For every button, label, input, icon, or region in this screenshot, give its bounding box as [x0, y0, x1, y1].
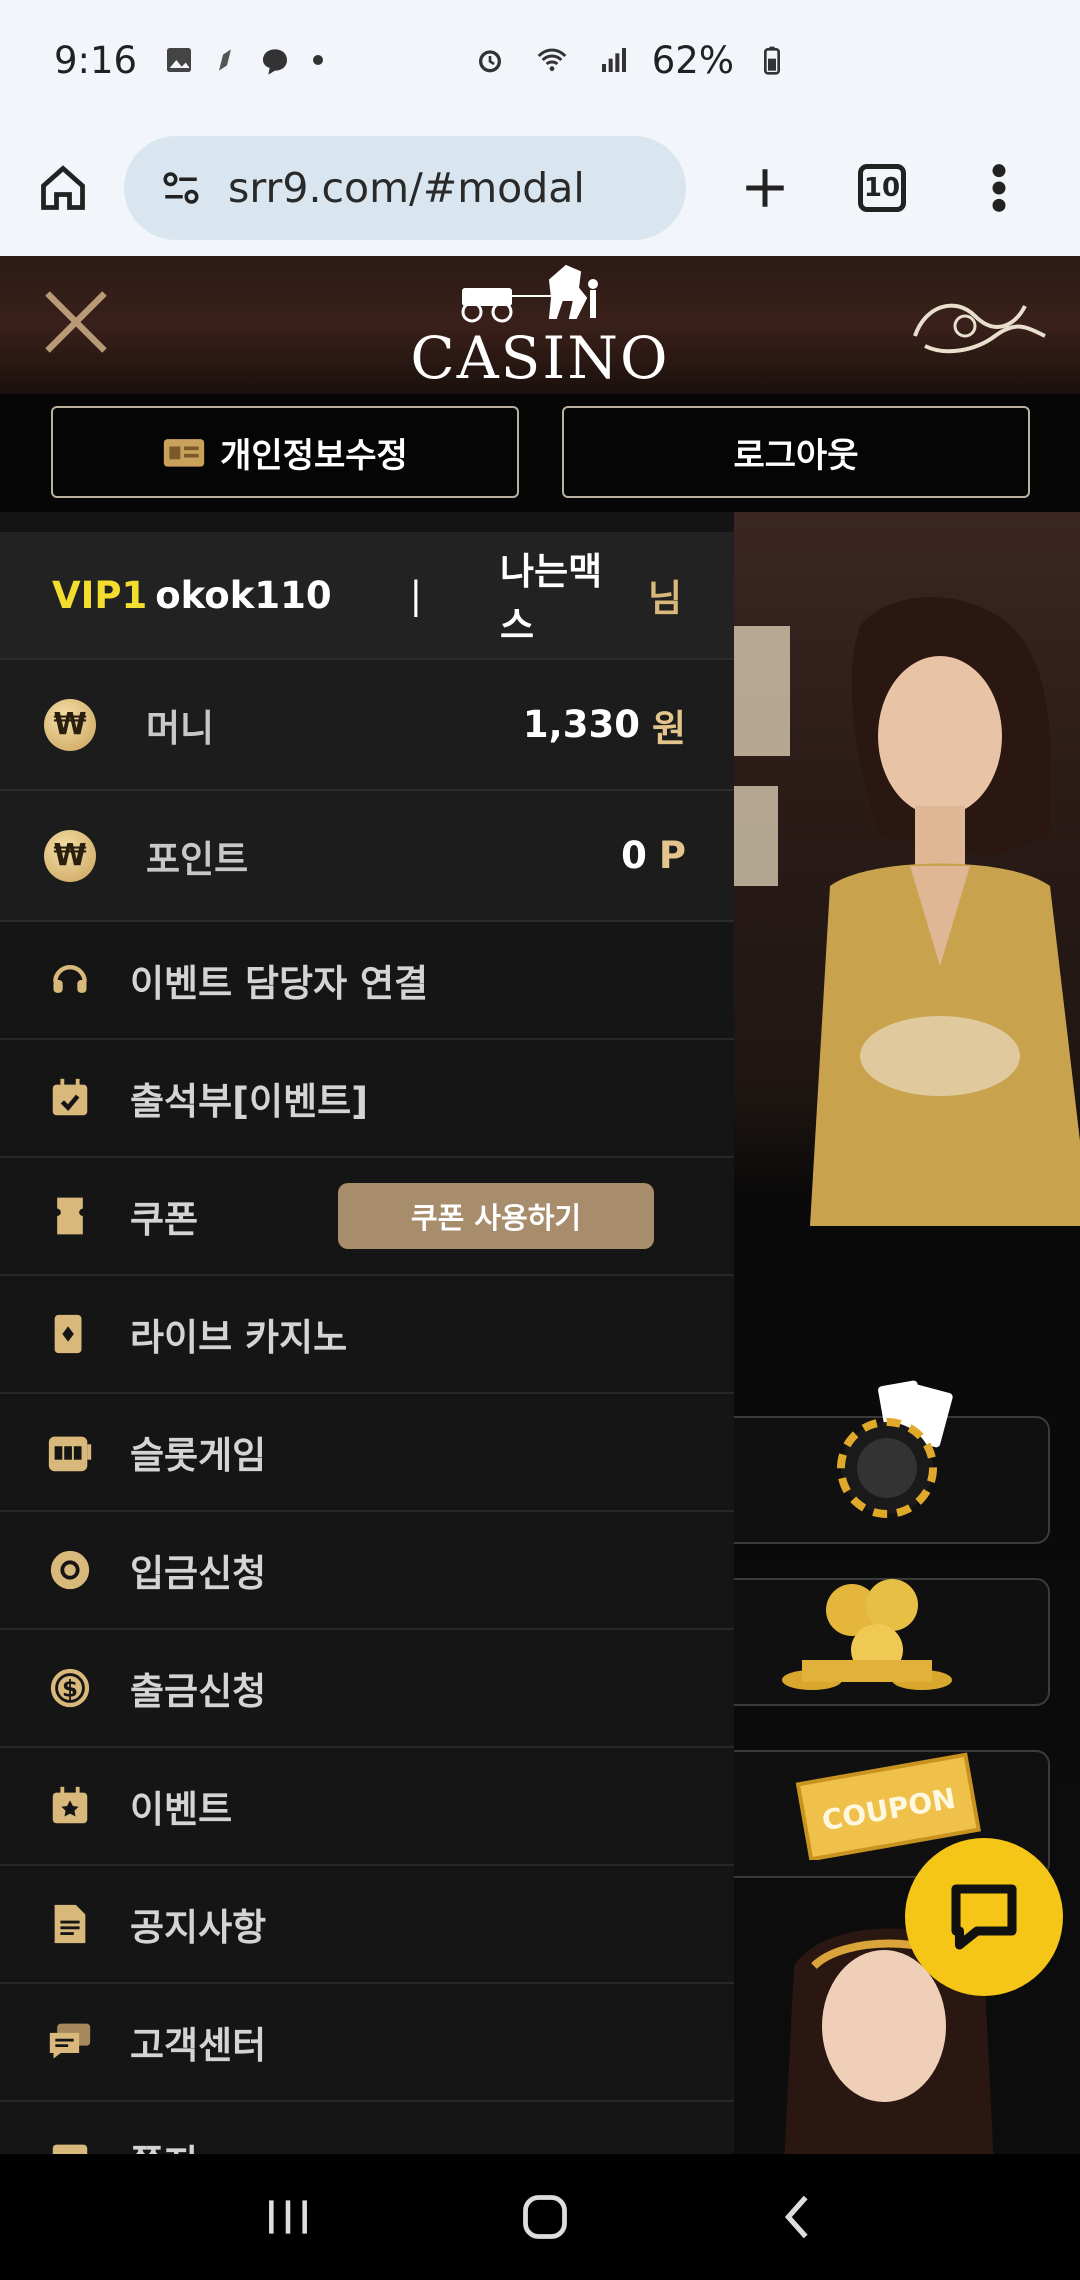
list-icon — [44, 2134, 96, 2154]
nickname-suffix: 님 — [647, 577, 682, 620]
model-photo-image — [810, 597, 1080, 1226]
logo-text: CASINO — [410, 324, 670, 392]
won-coin-icon: ₩ — [44, 698, 96, 751]
logout-button[interactable]: 로그아웃 — [562, 406, 1030, 498]
menu-item-messages[interactable]: 쪽지 — [0, 2102, 734, 2154]
close-icon[interactable] — [38, 284, 114, 360]
menu-item-label: 라이브 카지노 — [130, 1316, 348, 1359]
wallet-unit: 원 — [651, 706, 686, 750]
svg-text:$: $ — [62, 1677, 78, 1703]
wallet-unit: P — [658, 834, 686, 877]
more-vertical-icon — [992, 164, 1006, 212]
menu-item-label: 쿠폰 — [130, 1198, 199, 1241]
playing-card-icon — [44, 1308, 96, 1360]
won-coin-icon: ₩ — [44, 829, 96, 882]
side-menu-drawer: VIP1 okok110 | 나는맥스 님 ₩ 머니 1,330 원 ₩ 포인트… — [0, 532, 734, 2154]
poker-chip-card[interactable] — [720, 1380, 1050, 1544]
chat-bubbles-icon — [44, 2016, 96, 2068]
chip-icon — [44, 1544, 96, 1596]
address-bar[interactable]: srr9.com/#modal — [124, 136, 686, 240]
menu-item-label: 출석부[이벤트] — [130, 1080, 369, 1123]
menu-item-label: 슬롯게임 — [130, 1434, 267, 1477]
calendar-star-icon — [44, 1780, 96, 1832]
live-chat-button[interactable] — [905, 1838, 1063, 1996]
user-info: VIP1 okok110 | 나는맥스 님 — [0, 532, 734, 660]
menu-item-deposit[interactable]: 입금신청 — [0, 1512, 734, 1630]
browser-toolbar: srr9.com/#modal 10 — [0, 120, 1080, 256]
menu-item-slot-game[interactable]: 슬롯게임 — [0, 1394, 734, 1512]
menu-item-events[interactable]: 이벤트 — [0, 1748, 734, 1866]
slot-machine-icon — [44, 1426, 96, 1478]
wallet-money-row: ₩ 머니 1,330 원 — [0, 660, 734, 791]
poker-chip-icon — [837, 1380, 953, 1518]
chat-bubble-icon — [951, 1884, 1017, 1950]
wallet-point-row: ₩ 포인트 0 P — [0, 791, 734, 922]
user-separator: | — [409, 573, 423, 617]
menu-item-label: 출금신청 — [130, 1670, 267, 1713]
menu-item-label: 이벤트 담당자 연결 — [130, 962, 429, 1005]
username: okok110 — [155, 573, 332, 617]
menu-item-customer-center[interactable]: 고객센터 — [0, 1984, 734, 2102]
menu-item-label: 공지사항 — [130, 1906, 267, 1949]
edit-profile-button[interactable]: 개인정보수정 — [51, 406, 519, 498]
logout-label: 로그아웃 — [733, 435, 859, 476]
plus-icon — [746, 169, 784, 207]
wallet-amount: 1,330 — [522, 703, 640, 746]
dollar-coin-icon: $ — [44, 1662, 96, 1714]
alarm-icon — [478, 50, 501, 73]
message-icon — [263, 49, 288, 75]
menu-item-label: 입금신청 — [130, 1552, 267, 1595]
pen-icon — [219, 49, 232, 71]
edit-profile-label: 개인정보수정 — [220, 435, 408, 476]
signal-icon — [601, 48, 626, 72]
home-nav-icon[interactable] — [519, 2191, 571, 2243]
menu-item-live-casino[interactable]: 라이브 카지노 — [0, 1276, 734, 1394]
casino-logo[interactable]: CASINO — [405, 256, 675, 392]
coupon-ticket-icon: COUPON — [795, 1752, 981, 1860]
gold-coins-icon — [782, 1579, 952, 1690]
document-icon — [44, 1898, 96, 1950]
calendar-check-icon — [44, 1072, 96, 1124]
status-time: 9:16 — [54, 38, 138, 82]
home-button[interactable] — [30, 155, 96, 221]
battery-icon — [764, 46, 780, 75]
wallet-label: 머니 — [146, 706, 215, 750]
ornament-icon — [913, 303, 1046, 354]
carriage-icon — [461, 264, 598, 323]
new-tab-button[interactable] — [732, 155, 798, 221]
vip-level: VIP1 — [52, 573, 148, 617]
status-bar: 9:16 62% — [0, 0, 1080, 120]
menu-item-label: 고객센터 — [130, 2024, 267, 2067]
wallet-amount: 0 — [621, 834, 647, 877]
menu-item-coupon[interactable]: 쿠폰 쿠폰 사용하기 — [0, 1158, 734, 1276]
wifi-icon — [537, 48, 567, 72]
use-coupon-button[interactable]: 쿠폰 사용하기 — [338, 1183, 654, 1249]
nickname: 나는맥스 — [500, 550, 603, 647]
menu-item-notice[interactable]: 공지사항 — [0, 1866, 734, 1984]
menu-item-event-manager[interactable]: 이벤트 담당자 연결 — [0, 922, 734, 1040]
banner-decoration — [734, 616, 794, 935]
headset-icon — [44, 954, 96, 1006]
url-text: srr9.com/#modal — [228, 164, 585, 212]
id-card-icon — [163, 439, 205, 467]
back-icon[interactable] — [777, 2191, 817, 2243]
menu-item-attendance[interactable]: 출석부[이벤트] — [0, 1040, 734, 1158]
wallet-label: 포인트 — [146, 837, 249, 881]
gold-coins-card[interactable] — [720, 1578, 1050, 1706]
recent-apps-icon[interactable] — [263, 2195, 313, 2239]
battery-percent: 62% — [651, 38, 734, 82]
notification-dot-icon — [313, 55, 324, 65]
home-icon — [41, 165, 85, 210]
menu-item-label: 이벤트 — [130, 1788, 233, 1831]
site-settings-icon[interactable] — [160, 167, 202, 209]
menu-item-label: 쪽지 — [130, 2133, 198, 2154]
tab-switcher-button[interactable]: 10 — [858, 164, 906, 212]
gallery-icon — [167, 48, 192, 72]
menu-item-withdraw[interactable]: $ 출금신청 — [0, 1630, 734, 1748]
ticket-icon — [44, 1190, 96, 1242]
system-navigation-bar — [0, 2154, 1080, 2280]
site-header: CASINO — [0, 256, 1080, 394]
more-menu-button[interactable] — [966, 155, 1032, 221]
